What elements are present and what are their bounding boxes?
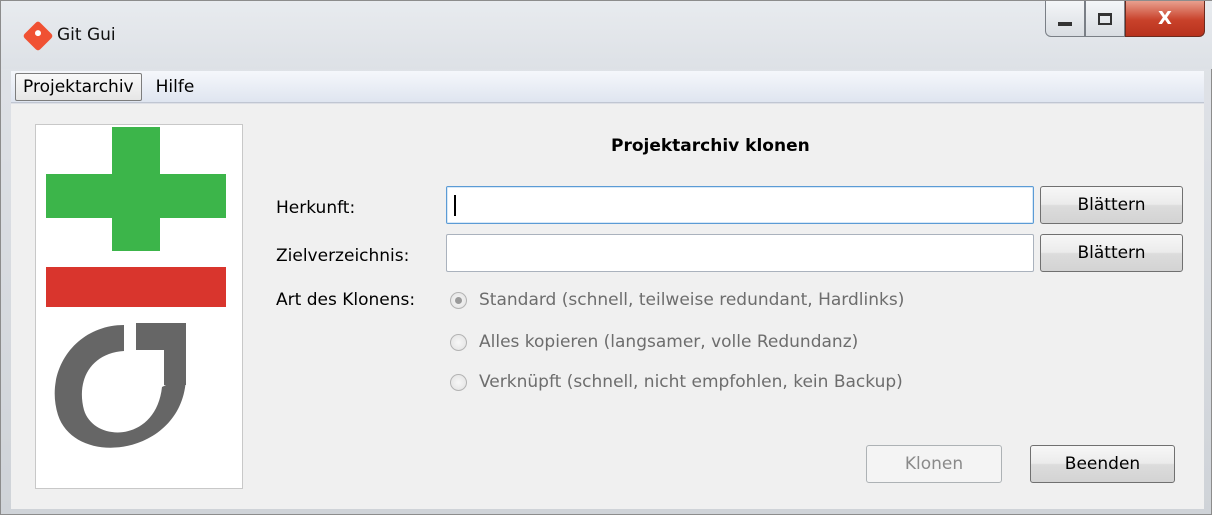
window-controls: X xyxy=(1045,1,1205,37)
source-input[interactable] xyxy=(446,186,1034,224)
menu-projektarchiv[interactable]: Projektarchiv xyxy=(15,72,142,101)
clone-option-full-copy-label: Alles kopieren (langsamer, volle Redunda… xyxy=(479,332,859,352)
git-app-icon xyxy=(22,20,54,52)
source-label: Herkunft: xyxy=(276,198,356,218)
dialog-heading: Projektarchiv klonen xyxy=(611,136,810,156)
clone-option-standard-label: Standard (schnell, teilweise redundant, … xyxy=(479,290,905,310)
window-title: Git Gui xyxy=(57,25,116,45)
maximize-button[interactable] xyxy=(1085,1,1125,37)
git-logo xyxy=(35,124,243,489)
close-icon: X xyxy=(1158,8,1172,29)
radio-full-copy[interactable] xyxy=(450,333,467,351)
clone-option-shared-label: Verknüpft (schnell, nicht empfohlen, kei… xyxy=(479,372,903,392)
maximize-icon xyxy=(1098,12,1112,25)
text-caret xyxy=(454,195,456,216)
logo-arrow-tip xyxy=(136,323,186,385)
radio-standard[interactable] xyxy=(450,291,467,309)
title-bar[interactable]: Git Gui X xyxy=(1,1,1212,69)
clone-button[interactable]: Klonen xyxy=(866,445,1002,483)
clone-type-label: Art des Klonens: xyxy=(276,290,416,310)
clone-dialog: Projektarchiv klonen Herkunft: Blättern … xyxy=(11,104,1204,509)
menu-hilfe[interactable]: Hilfe xyxy=(148,73,203,101)
target-input[interactable] xyxy=(446,234,1034,272)
target-label: Zielverzeichnis: xyxy=(276,246,410,266)
close-button[interactable]: X xyxy=(1125,1,1205,37)
minimize-button[interactable] xyxy=(1045,1,1085,37)
source-browse-button[interactable]: Blättern xyxy=(1040,186,1183,224)
clone-option-standard[interactable]: Standard (schnell, teilweise redundant, … xyxy=(450,290,904,310)
minimize-icon xyxy=(1058,21,1072,26)
radio-shared[interactable] xyxy=(450,373,467,391)
quit-button[interactable]: Beenden xyxy=(1030,445,1175,483)
git-gui-window: Git Gui X Projektarchiv Hilfe Projektarc… xyxy=(0,0,1212,515)
logo-red-bar xyxy=(46,267,226,307)
clone-option-shared[interactable]: Verknüpft (schnell, nicht empfohlen, kei… xyxy=(450,372,903,392)
git-logo-graphic xyxy=(46,127,226,448)
menu-bar: Projektarchiv Hilfe xyxy=(11,71,1204,103)
logo-plus-horizontal xyxy=(46,174,226,218)
clone-option-full-copy[interactable]: Alles kopieren (langsamer, volle Redunda… xyxy=(450,332,858,352)
target-browse-button[interactable]: Blättern xyxy=(1040,234,1183,272)
